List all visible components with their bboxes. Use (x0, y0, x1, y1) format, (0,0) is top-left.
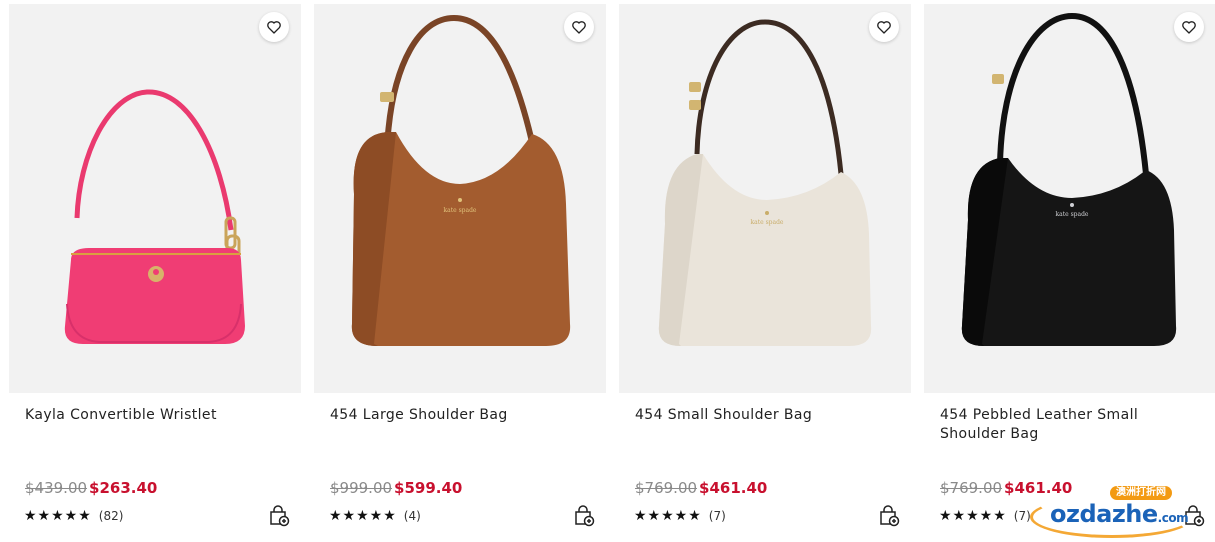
product-name[interactable]: 454 Large Shoulder Bag (330, 406, 592, 425)
star-rating: ★★★★★ (939, 508, 1007, 524)
review-count: (7) (708, 509, 726, 523)
product-grid: Kayla Convertible Wristlet $439.00 $263.4… (0, 0, 1215, 542)
rating[interactable]: ★★★★★ (7) (634, 508, 726, 524)
wishlist-button[interactable] (564, 12, 594, 42)
svg-text:kate spade: kate spade (1056, 211, 1089, 218)
product-card[interactable]: kate spade 454 Large Shoulder Bag $999.0… (314, 4, 606, 542)
svg-text:kate spade: kate spade (751, 219, 784, 226)
product-price: $999.00 $599.40 (330, 478, 462, 498)
original-price: $439.00 (25, 479, 88, 497)
product-image[interactable] (9, 4, 301, 393)
product-image[interactable]: kate spade (619, 4, 911, 393)
product-card[interactable]: kate spade 454 Small Shoulder Bag $769.0… (619, 4, 911, 542)
product-name[interactable]: 454 Small Shoulder Bag (635, 406, 897, 425)
star-rating: ★★★★★ (634, 508, 702, 524)
rating[interactable]: ★★★★★ (82) (24, 508, 123, 524)
watermark-main: ozdazhe (1050, 500, 1158, 528)
product-price: $769.00 $461.40 (635, 478, 767, 498)
product-card[interactable]: Kayla Convertible Wristlet $439.00 $263.4… (9, 4, 301, 542)
review-count: (7) (1013, 509, 1031, 523)
heart-icon (1182, 21, 1196, 34)
review-count: (4) (403, 509, 421, 523)
watermark-tagline: 澳洲打折网 (1110, 486, 1172, 500)
original-price: $769.00 (940, 479, 1003, 497)
shopping-bag-plus-icon[interactable] (877, 504, 901, 528)
wristlet-image (64, 89, 246, 344)
shoulder-bag-image: kate spade (351, 14, 571, 346)
sale-price: $599.40 (394, 479, 463, 497)
original-price: $769.00 (635, 479, 698, 497)
heart-icon (877, 21, 891, 34)
site-watermark-logo: 澳洲打折网 ozdazhe.com (1030, 486, 1213, 538)
product-image[interactable]: kate spade (924, 4, 1215, 393)
star-rating: ★★★★★ (24, 508, 92, 524)
watermark-suffix: .com (1157, 511, 1189, 525)
wishlist-button[interactable] (259, 12, 289, 42)
product-price: $439.00 $263.40 (25, 478, 157, 498)
rating[interactable]: ★★★★★ (4) (329, 508, 421, 524)
shoulder-bag-image: kate spade (961, 12, 1177, 346)
shoulder-bag-image: kate spade (658, 19, 872, 346)
rating[interactable]: ★★★★★ (7) (939, 508, 1031, 524)
star-rating: ★★★★★ (329, 508, 397, 524)
shopping-bag-plus-icon[interactable] (267, 504, 291, 528)
watermark-text: ozdazhe.com (1050, 500, 1189, 528)
product-card[interactable]: kate spade 454 Pebbled Leather Small Sho… (924, 4, 1215, 542)
heart-icon (572, 21, 586, 34)
sale-price: $263.40 (89, 479, 158, 497)
shopping-bag-plus-icon[interactable] (572, 504, 596, 528)
product-name[interactable]: Kayla Convertible Wristlet (25, 406, 287, 425)
svg-text:kate spade: kate spade (444, 207, 477, 214)
heart-icon (267, 21, 281, 34)
product-name[interactable]: 454 Pebbled Leather Small Shoulder Bag (940, 406, 1202, 444)
wishlist-button[interactable] (1174, 12, 1204, 42)
product-image[interactable]: kate spade (314, 4, 606, 393)
review-count: (82) (98, 509, 124, 523)
sale-price: $461.40 (699, 479, 768, 497)
wishlist-button[interactable] (869, 12, 899, 42)
original-price: $999.00 (330, 479, 393, 497)
